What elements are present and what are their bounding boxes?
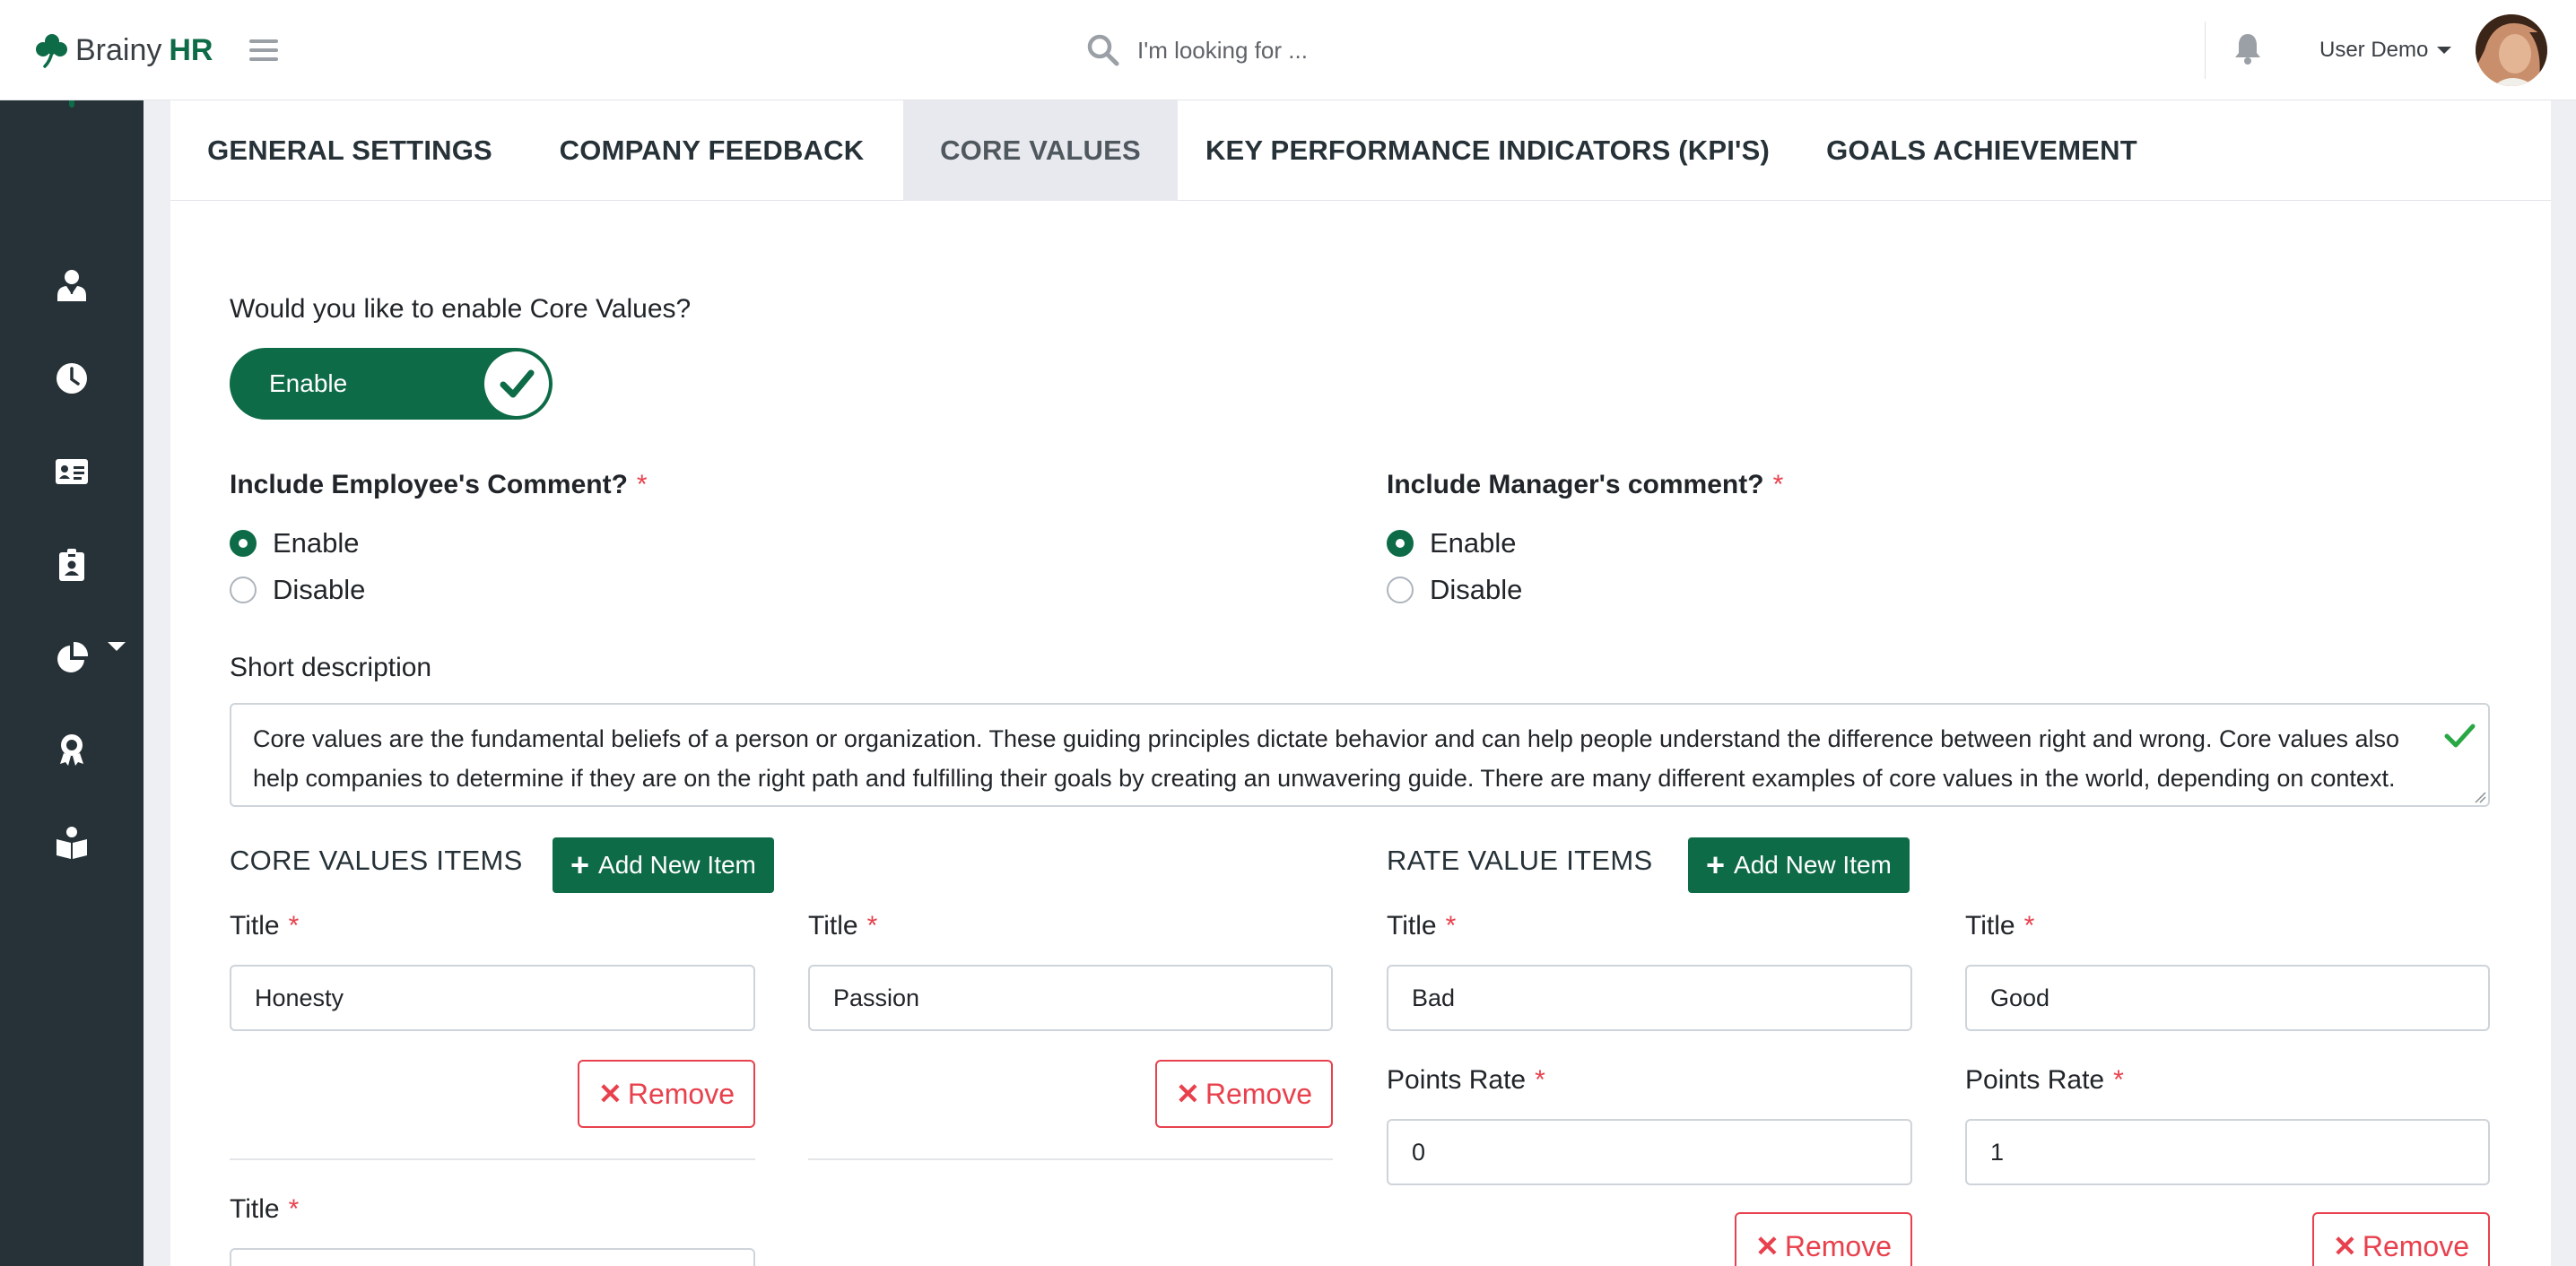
short-description-label: Short description [230,653,432,682]
add-core-value-button[interactable]: + Add New Item [553,837,774,893]
avatar[interactable] [2476,14,2547,86]
user-name: User Demo [2319,38,2429,62]
short-description-textarea[interactable]: Core values are the fundamental beliefs … [230,703,2490,807]
remove-rate-value-button[interactable]: ✕ Remove [1735,1212,1912,1266]
top-bar: BrainyHR User Demo [0,0,2576,100]
tab-company-feedback[interactable]: COMPANY FEEDBACK [529,100,894,201]
sidebar-item-badge[interactable] [0,533,144,597]
manager-comment-disable-radio[interactable]: Disable [1387,574,1522,606]
item-divider [808,1158,1333,1160]
core-value-title-label: Title * [808,911,878,941]
header-divider [2205,22,2206,79]
toggle-knob [484,351,549,416]
manager-comment-label: Include Manager's comment? * [1387,470,1784,499]
enable-core-values-toggle[interactable]: Enable [230,348,553,420]
tab-goals-achievement[interactable]: GOALS ACHIEVEMENT [1797,100,2166,201]
points-rate-input[interactable] [1387,1119,1912,1185]
rate-value-title-input[interactable] [1387,965,1912,1031]
rate-value-items-heading: RATE VALUE ITEMS [1387,845,1653,876]
check-icon [500,369,535,398]
settings-tabs: GENERAL SETTINGS COMPANY FEEDBACK CORE V… [170,100,2551,201]
rate-value-title-input[interactable] [1965,965,2490,1031]
book-reader-icon [57,827,87,859]
tab-general-settings[interactable]: GENERAL SETTINGS [170,100,529,201]
settings-card: GENERAL SETTINGS COMPANY FEEDBACK CORE V… [170,100,2551,1266]
tab-core-values[interactable]: CORE VALUES [903,100,1178,201]
tab-kpis[interactable]: KEY PERFORMANCE INDICATORS (KPI'S) [1178,100,1797,201]
search-bar [1085,27,1623,74]
core-values-items-heading: CORE VALUES ITEMS [230,845,523,876]
resize-handle-icon[interactable] [2474,791,2486,803]
enable-core-values-question: Would you like to enable Core Values? [230,294,692,324]
item-divider [230,1158,755,1160]
close-icon: ✕ [598,1078,622,1110]
sidebar [0,100,144,1266]
employee-comment-label: Include Employee's Comment? * [230,470,648,499]
user-menu-dropdown[interactable]: User Demo [2319,32,2452,68]
chevron-down-icon [2437,47,2452,54]
user-tie-icon [57,270,86,301]
search-icon[interactable] [1085,32,1121,68]
points-rate-label: Points Rate * [1387,1065,1545,1095]
clover-icon [36,34,67,68]
pie-chart-icon [57,641,89,672]
valid-check-icon [2444,724,2476,748]
radio-button [1387,530,1414,557]
radio-button [230,577,257,603]
core-value-title-label: Title * [230,1194,300,1224]
points-rate-label: Points Rate * [1965,1065,2124,1095]
employee-comment-enable-radio[interactable]: Enable [230,527,360,559]
remove-core-value-button[interactable]: ✕ Remove [1155,1060,1333,1128]
sidebar-item-performance[interactable] [0,717,144,782]
radio-button [1387,577,1414,603]
plus-icon: + [1706,846,1726,883]
points-rate-input[interactable] [1965,1119,2490,1185]
close-icon: ✕ [1176,1078,1200,1110]
search-input[interactable] [1137,36,1586,65]
plus-icon: + [570,846,590,883]
id-badge-icon [59,549,84,581]
remove-rate-value-button[interactable]: ✕ Remove [2312,1212,2490,1266]
remove-core-value-button[interactable]: ✕ Remove [578,1060,755,1128]
add-rate-value-button[interactable]: + Add New Item [1688,837,1910,893]
brand-logo[interactable]: Brainy HR [32,25,213,75]
manager-comment-enable-radio[interactable]: Enable [1387,527,1517,559]
sidebar-active-marker [69,100,74,108]
core-value-title-label: Title * [230,911,300,941]
employee-comment-disable-radio[interactable]: Disable [230,574,365,606]
menu-toggle-icon[interactable] [249,36,278,65]
sidebar-item-time[interactable] [0,346,144,411]
sidebar-item-directory[interactable] [0,439,144,504]
brand-name: Brainy HR [75,32,213,67]
core-value-title-input[interactable] [230,1248,755,1266]
bell-icon[interactable] [2232,30,2264,66]
toggle-label: Enable [269,369,348,397]
close-icon: ✕ [2333,1230,2357,1262]
rate-value-title-label: Title * [1965,911,2035,941]
sidebar-item-learning[interactable] [0,811,144,875]
id-card-icon [56,459,88,484]
clock-icon [57,363,87,394]
radio-button [230,530,257,557]
chevron-down-icon[interactable] [108,642,126,651]
core-value-title-input[interactable] [808,965,1333,1031]
close-icon: ✕ [1755,1230,1780,1262]
core-value-title-input[interactable] [230,965,755,1031]
award-icon [60,734,83,766]
rate-value-title-label: Title * [1387,911,1457,941]
user-photo-icon [2476,14,2547,86]
sidebar-item-reports[interactable] [0,626,144,690]
sidebar-item-employees[interactable] [0,253,144,317]
